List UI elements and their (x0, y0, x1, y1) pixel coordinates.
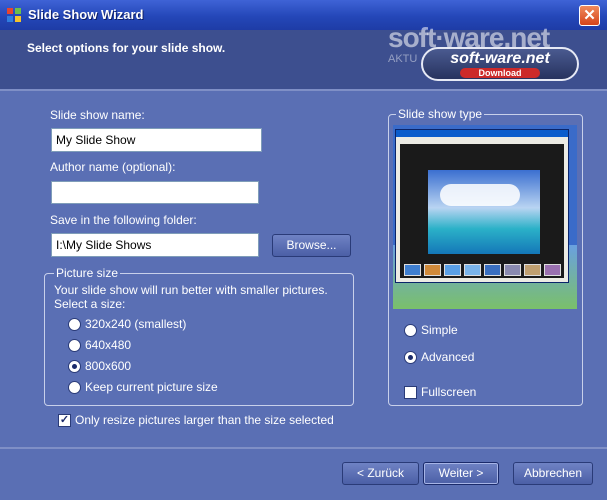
next-button[interactable]: Weiter > (423, 462, 499, 485)
author-name-input[interactable] (51, 181, 259, 204)
size-radio-800[interactable] (68, 360, 81, 373)
picture-size-description: Your slide show will run better with sma… (54, 283, 328, 297)
type-option-advanced[interactable]: Advanced (421, 350, 474, 364)
footer-divider (0, 447, 607, 449)
size-radio-320[interactable] (68, 318, 81, 331)
size-option-320[interactable]: 320x240 (smallest) (85, 317, 186, 331)
badge-title: soft-ware.net (450, 50, 550, 67)
author-label: Author name (optional): (50, 160, 176, 174)
app-icon (7, 8, 21, 22)
folder-label: Save in the following folder: (50, 213, 197, 227)
slide-show-type-title: Slide show type (396, 107, 485, 121)
type-option-simple[interactable]: Simple (421, 323, 458, 337)
picture-size-prompt: Select a size: (54, 297, 126, 311)
slide-show-preview-image (393, 125, 577, 309)
fullscreen-checkbox[interactable] (404, 386, 417, 399)
page-heading: Select options for your slide show. (27, 41, 226, 55)
name-label: Slide show name: (50, 108, 145, 122)
resize-checkbox-label[interactable]: Only resize pictures larger than the siz… (75, 413, 334, 427)
folder-path-input[interactable] (51, 233, 259, 257)
badge-subtitle: Download (460, 68, 540, 78)
browse-button[interactable]: Browse... (272, 234, 351, 257)
watermark-badge: soft-ware.net Download (421, 47, 579, 81)
type-radio-advanced[interactable] (404, 351, 417, 364)
slide-show-name-input[interactable] (51, 128, 262, 152)
window-title: Slide Show Wizard (28, 7, 144, 22)
close-button[interactable]: ✕ (579, 5, 600, 26)
type-radio-simple[interactable] (404, 324, 417, 337)
back-button[interactable]: < Zurück (342, 462, 419, 485)
size-option-640[interactable]: 640x480 (85, 338, 131, 352)
preview-thumbnail-strip (404, 264, 564, 278)
watermark-subtext: AKTU (388, 53, 418, 65)
cancel-button[interactable]: Abbrechen (513, 462, 593, 485)
size-option-keep[interactable]: Keep current picture size (85, 380, 218, 394)
resize-checkbox[interactable]: ✓ (58, 414, 71, 427)
size-radio-keep[interactable] (68, 381, 81, 394)
picture-size-title: Picture size (54, 266, 121, 280)
size-radio-640[interactable] (68, 339, 81, 352)
fullscreen-label[interactable]: Fullscreen (421, 385, 476, 399)
size-option-800[interactable]: 800x600 (85, 359, 131, 373)
